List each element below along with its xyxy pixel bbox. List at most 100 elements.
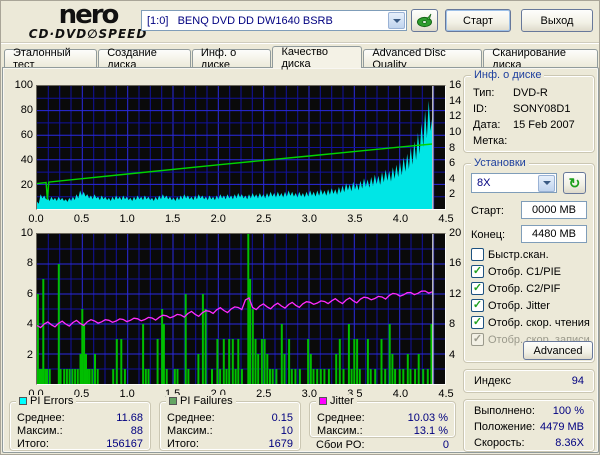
- checkbox-show-c1-pie[interactable]: ✓ Отобр. C1/PIE: [471, 265, 561, 278]
- pi-failure-bar: [402, 369, 405, 384]
- checkbox-fast-scan[interactable]: Быстр.скан.: [471, 248, 549, 261]
- checkbox-show-c2-pif[interactable]: ✓ Отобр. C2/PIF: [471, 282, 560, 295]
- pi-failure-bar: [319, 369, 322, 384]
- drive-select[interactable]: [1:0] BENQ DVD DD DW1640 BSRB: [141, 10, 407, 31]
- pi-failure-bar: [294, 369, 297, 384]
- checkbox-show-jitter[interactable]: ✓ Отобр. Jitter: [471, 299, 550, 312]
- pi-failure-bar: [283, 354, 286, 384]
- jitter-color-icon: [319, 397, 327, 405]
- pi-failure-bar: [165, 369, 168, 384]
- eject-button[interactable]: [411, 9, 438, 32]
- pi-failure-bar: [353, 339, 356, 384]
- pi-failure-bar: [290, 369, 293, 384]
- pi-failure-bar: [147, 369, 150, 384]
- jitter-legend: Jitter: [316, 395, 357, 407]
- pi-failure-bar: [388, 324, 391, 384]
- pi-failure-bar: [269, 369, 271, 384]
- pi-failure-bar: [414, 369, 417, 384]
- pi-failures-color-icon: [169, 397, 177, 405]
- pi-errors-legend: PI Errors: [16, 395, 77, 407]
- pi-failure-bar: [338, 339, 341, 384]
- pi-failure-bar: [417, 354, 420, 384]
- tab-scan-disc[interactable]: Сканирование диска: [483, 47, 599, 71]
- x-axis-tick-label: 3.0: [301, 213, 317, 225]
- quality-index-label: Индекс: [474, 375, 511, 387]
- progress-panel: Выполнено: 100 % Положение: 4479 MB Скор…: [463, 399, 595, 452]
- tab-create-disc[interactable]: Создание диска: [98, 47, 191, 71]
- drive-select-dropdown-button[interactable]: [388, 12, 405, 29]
- stat-value: 156167: [106, 438, 143, 450]
- pi-failure-bar: [257, 354, 260, 384]
- x-axis-tick-label: 2.5: [256, 213, 272, 225]
- pi-failure-bar: [406, 354, 409, 384]
- nero-cd-dvd-speed-window: nero CD·DVD∅SPEED [1:0] BENQ DVD DD DW16…: [0, 0, 600, 455]
- progress-speed-label: Скорость:: [474, 437, 525, 449]
- checkbox-icon: ✓: [471, 265, 484, 278]
- advanced-button[interactable]: Advanced: [523, 341, 593, 360]
- pi-failure-bar: [298, 369, 301, 384]
- pi-failure-bar: [356, 339, 359, 384]
- checkbox-show-read-speed[interactable]: ✓ Отобр. скор. чтения: [471, 316, 590, 329]
- stat-label: Итого:: [167, 438, 199, 450]
- pi-failure-bar: [266, 354, 269, 384]
- pi-failure-bar: [142, 324, 145, 384]
- disc-id-value: SONY08D1: [513, 103, 571, 115]
- disc-type-value: DVD-R: [513, 87, 548, 99]
- pi-failure-bar: [76, 369, 79, 384]
- refresh-speeds-button[interactable]: ↻: [563, 172, 586, 194]
- progress-position-value: 4479 MB: [539, 421, 584, 433]
- scan-end-input[interactable]: 4480 MB: [521, 225, 587, 243]
- x-axis-tick-label: 0.0: [28, 213, 44, 225]
- y-axis-tick-label: 6: [26, 287, 33, 300]
- checkbox-icon: [471, 248, 484, 261]
- pi-failure-bar: [271, 369, 274, 384]
- pi-failure-bar: [123, 369, 126, 384]
- checkbox-label: Отобр. C1/PIE: [488, 265, 561, 278]
- tab-benchmark[interactable]: Эталонный тест: [4, 47, 98, 71]
- tab-bar: Эталонный тест Создание диска Инф. о дис…: [4, 46, 599, 71]
- stat-value: 10: [280, 425, 293, 437]
- pi-failure-bar: [228, 339, 231, 384]
- po-failures-row: Сбои PO: 0: [316, 439, 449, 452]
- scan-end-value: 4480 MB: [531, 228, 577, 240]
- disc-type-label: Тип:: [473, 87, 495, 99]
- pi-failure-bar: [112, 369, 115, 384]
- pi-failure-bar: [201, 294, 204, 384]
- refresh-icon: ↻: [568, 175, 581, 191]
- scan-start-input[interactable]: 0000 MB: [521, 201, 587, 219]
- pi-failure-bar: [260, 339, 263, 384]
- pi-failure-bar: [83, 324, 86, 384]
- tab-advanced-disc-quality[interactable]: Advanced Disc Quality: [363, 47, 483, 71]
- speed-select-dropdown-button[interactable]: [538, 174, 555, 192]
- pi-failure-bar: [234, 369, 237, 384]
- tab-disc-quality[interactable]: Качество диска: [272, 46, 363, 70]
- pi-failure-bar: [312, 369, 315, 384]
- pi-failure-bar: [162, 324, 165, 384]
- checkbox-icon: ✓: [471, 316, 484, 329]
- speed-select[interactable]: 8X: [471, 173, 557, 193]
- x-axis-tick-label: 0.5: [73, 213, 90, 225]
- pi-failure-bar: [96, 369, 99, 384]
- pi-failure-bar: [398, 369, 401, 384]
- pi-failures-jitter-chart: [36, 233, 446, 385]
- pi-failure-bar: [350, 369, 353, 384]
- pi-failure-bar: [40, 369, 43, 384]
- checkbox-icon: ✓: [471, 282, 484, 295]
- pi-failure-bar: [316, 369, 319, 384]
- x-axis-tick-label: 2.0: [210, 213, 226, 225]
- stat-value: 1679: [268, 438, 293, 450]
- pi-failure-bar: [94, 354, 96, 384]
- start-button[interactable]: Старт: [445, 9, 511, 32]
- pi-failure-bar: [65, 369, 68, 384]
- po-failures-value: 0: [442, 439, 449, 451]
- pi-failure-bar: [81, 309, 84, 384]
- pi-failure-bar: [187, 369, 190, 384]
- pi-failure-bar: [63, 369, 66, 384]
- pi-failure-bar: [254, 339, 257, 384]
- progress-done-value: 100 %: [552, 405, 584, 417]
- exit-button[interactable]: Выход: [521, 9, 593, 32]
- pi-failure-bar: [71, 369, 74, 384]
- pi-failure-bar: [115, 339, 118, 384]
- tab-disc-info[interactable]: Инф. о диске: [191, 47, 272, 71]
- pi-failure-bar: [184, 294, 187, 384]
